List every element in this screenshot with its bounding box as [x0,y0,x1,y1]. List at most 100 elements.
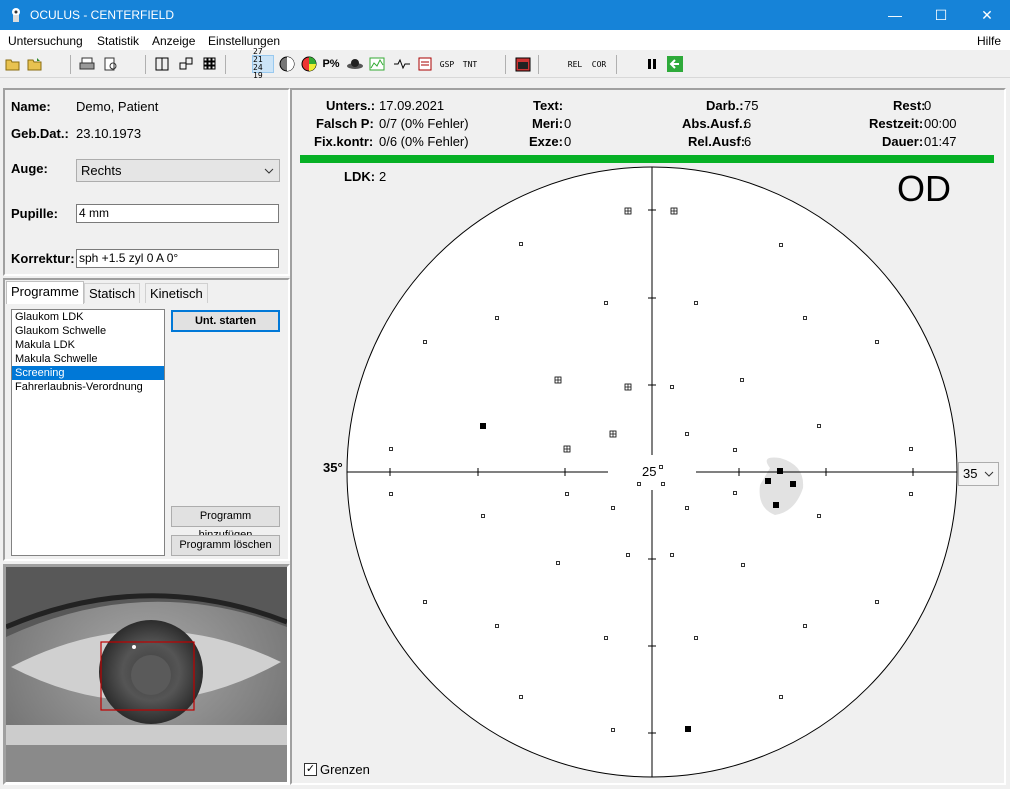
maximize-button[interactable]: ☐ [918,0,964,30]
eye-value: Rechts [81,163,122,178]
patient-panel [3,88,290,276]
toolbar-separator [225,55,226,74]
correction-field[interactable]: sph +1.5 zyl 0 A 0° [76,249,279,268]
numeric-values-button[interactable]: 27 21 24 19 [252,48,274,80]
range-value: 35 [963,466,978,481]
dob-label: Geb.Dat.: [11,126,69,141]
list-item[interactable]: Makula LDK [12,338,164,352]
tnt-button[interactable]: TNT [461,55,479,73]
print-preview-icon[interactable] [102,55,120,73]
ldk-label: LDK: [344,169,376,184]
eye-camera-panel [3,564,290,785]
toolbar-separator [505,55,506,74]
tab-kinetisch[interactable]: Kinetisch [145,283,208,303]
list-item[interactable]: Fahrerlaubnis-Verordnung [12,380,164,394]
checkbox-check-icon: ✓ [304,763,317,776]
windows-icon[interactable] [177,55,195,73]
fix-label: Fix.kontr: [314,134,374,149]
darb-label: Darb.: [706,98,744,113]
start-exam-button[interactable]: Unt. starten [171,310,280,332]
fix-value: 0/6 (0% Fehler) [379,134,469,149]
tab-statisch[interactable]: Statisch [84,283,141,303]
title-bar: OCULUS - CENTERFIELD — ☐ ✕ [0,0,1010,30]
program-list[interactable]: Glaukom LDK Glaukom Schwelle Makula LDK … [11,309,165,556]
scale-label: 35° [323,460,343,475]
toolbar-separator [70,55,71,74]
patient-dob: 23.10.1973 [76,126,142,141]
eye-select[interactable]: Rechts [76,159,280,182]
center-value: 25 [642,464,657,479]
hill-of-vision-icon[interactable] [345,55,365,73]
tab-programme[interactable]: Programme [6,281,84,304]
toolbar-separator [145,55,146,74]
split-view-icon[interactable] [153,55,171,73]
meri-label: Meri: [532,116,564,131]
eye-camera-image [6,567,287,782]
border-checkbox-label: Grenzen [320,762,370,777]
rest-label: Rest: [893,98,926,113]
chart-icon[interactable] [368,55,386,73]
minimize-button[interactable]: — [872,0,918,30]
rel-label: Rel.Ausf: [688,134,746,149]
abs-value: 6 [744,116,752,131]
open-folder-icon[interactable] [26,55,44,73]
unters-value: 17.09.2021 [379,98,445,113]
rest-value: 0 [924,98,932,113]
range-select[interactable]: 35 [958,462,999,486]
pupil-field[interactable]: 4 mm [76,204,279,223]
list-item[interactable]: Glaukom Schwelle [12,324,164,338]
toolbar: 27 21 24 19 P% GSP TNT REL COR [0,48,1010,80]
open-folder-icon[interactable] [4,55,22,73]
print-icon[interactable] [78,55,96,73]
chevron-down-icon [984,467,994,482]
menu-anzeige[interactable]: Anzeige [152,34,195,48]
restzeit-label: Restzeit: [869,116,924,131]
menu-hilfe[interactable]: Hilfe [977,34,1001,48]
back-arrow-icon[interactable] [666,55,684,73]
pupil-label: Pupille: [11,206,58,221]
eye-side-label: OD [897,168,951,209]
add-program-button[interactable]: Programm hinzufügen [171,506,280,541]
exze-value: 0 [564,134,572,149]
chevron-down-icon [264,164,274,179]
report-icon[interactable] [416,55,434,73]
exam-progress-bar [300,155,994,163]
list-item[interactable]: Glaukom LDK [12,310,164,324]
delete-program-button[interactable]: Programm löschen [171,535,280,556]
close-button[interactable]: ✕ [964,0,1010,30]
menu-statistik[interactable]: Statistik [97,34,139,48]
numeric-top: 27 21 [253,47,263,64]
exze-label: Exze: [529,134,563,149]
rel-button[interactable]: REL [566,55,584,73]
darb-value: 75 [744,98,759,113]
oculus-app-icon [12,8,20,22]
curve-icon[interactable] [392,55,412,73]
eye-label: Auge: [11,161,48,176]
rel-value: 6 [744,134,752,149]
probability-icon[interactable]: P% [322,55,340,73]
unters-label: Unters.: [326,98,376,113]
dauer-value: 01:47 [924,134,957,149]
grid-view-icon[interactable] [201,55,219,73]
list-item-selected[interactable]: Screening [12,366,164,380]
abs-label: Abs.Ausf.: [682,116,747,131]
toolbar-separator [538,55,539,74]
text-label: Text: [533,98,564,113]
gsp-button[interactable]: GSP [438,55,456,73]
color-scale-icon[interactable] [300,55,318,73]
grayscale-icon[interactable] [278,55,296,73]
menu-einstellungen[interactable]: Einstellungen [208,34,280,48]
calendar-icon[interactable] [514,55,532,73]
restzeit-value: 00:00 [924,116,957,131]
falsch-label: Falsch P: [316,116,374,131]
border-checkbox[interactable]: ✓ Grenzen [304,762,370,777]
pause-icon[interactable] [643,55,661,73]
name-label: Name: [11,99,51,114]
correction-label: Korrektur: [11,251,75,266]
dauer-label: Dauer: [882,134,924,149]
list-item[interactable]: Makula Schwelle [12,352,164,366]
menu-untersuchung[interactable]: Untersuchung [8,34,83,48]
patient-name: Demo, Patient [76,99,159,114]
cor-button[interactable]: COR [590,55,608,73]
toolbar-separator [616,55,617,74]
